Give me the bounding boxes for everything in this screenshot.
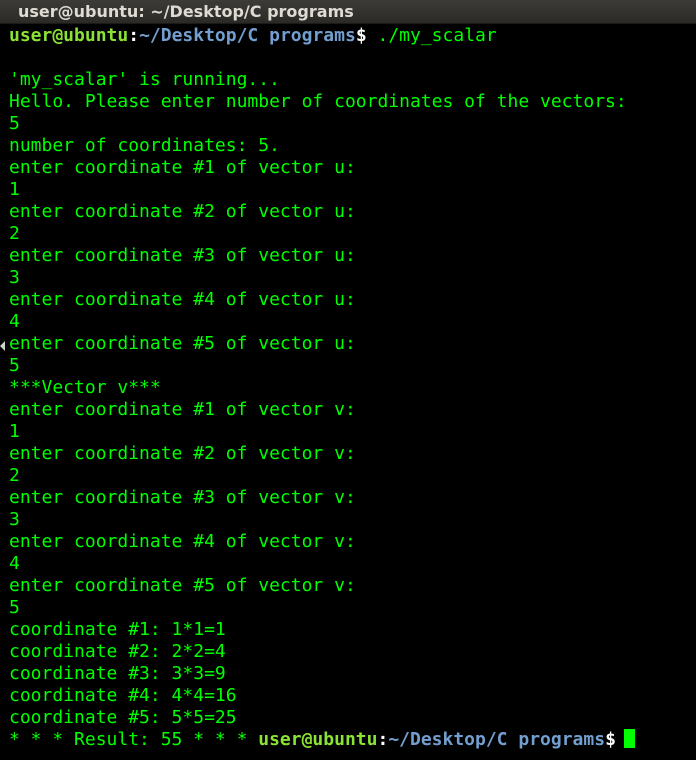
output-line: Hello. Please enter number of coordinate… (9, 91, 627, 112)
output-line: enter coordinate #1 of vector v: (9, 399, 356, 420)
window-titlebar[interactable]: user@ubuntu: ~/Desktop/C programs (0, 0, 696, 24)
output-line: number of coordinates: 5. (9, 135, 280, 156)
output-line: enter coordinate #4 of vector v: (9, 531, 356, 552)
output-line: enter coordinate #2 of vector u: (9, 201, 356, 222)
prompt-symbol: $ (355, 25, 367, 46)
output-line: 3 (9, 267, 20, 288)
output-line: 1 (9, 421, 20, 442)
terminal-output[interactable]: user@ubuntu:~/Desktop/C programs$ ./my_s… (0, 25, 696, 760)
output-line: 5 (9, 355, 20, 376)
output-line: coordinate #3: 3*3=9 (9, 663, 226, 684)
result-text: * * * Result: 55 * * * (9, 729, 259, 750)
output-line: coordinate #1: 1*1=1 (9, 619, 226, 640)
command-text: ./my_scalar (366, 25, 497, 46)
output-line: enter coordinate #4 of vector u: (9, 289, 356, 310)
terminal-window: user@ubuntu: ~/Desktop/C programs user@u… (0, 0, 696, 760)
final-line: * * * Result: 55 * * * user@ubuntu:~/Des… (9, 729, 696, 751)
program-output: 'my_scalar' is running... Hello. Please e… (9, 47, 696, 729)
prompt-symbol: $ (605, 729, 616, 750)
output-line: coordinate #4: 4*4=16 (9, 685, 237, 706)
prompt-path: ~/Desktop/C programs (139, 25, 356, 46)
output-line: 5 (9, 113, 20, 134)
output-line: enter coordinate #3 of vector u: (9, 245, 356, 266)
output-line: enter coordinate #5 of vector v: (9, 575, 356, 596)
output-line: coordinate #2: 2*2=4 (9, 641, 226, 662)
output-line: 'my_scalar' is running... (9, 69, 280, 90)
window-title: user@ubuntu: ~/Desktop/C programs (18, 2, 354, 21)
command-line: user@ubuntu:~/Desktop/C programs$ ./my_s… (9, 25, 696, 47)
output-line: 3 (9, 509, 20, 530)
prompt-separator: : (128, 25, 140, 46)
output-line: 4 (9, 553, 20, 574)
output-line: enter coordinate #2 of vector v: (9, 443, 356, 464)
text-cursor[interactable] (623, 729, 635, 748)
output-line: enter coordinate #1 of vector u: (9, 157, 356, 178)
output-line: 5 (9, 597, 20, 618)
output-line: 4 (9, 311, 20, 332)
scroll-marker-icon (0, 341, 5, 351)
output-line: ***Vector v*** (9, 377, 161, 398)
output-line: 2 (9, 465, 20, 486)
prompt-user-host: user@ubuntu (9, 25, 129, 46)
output-line: coordinate #5: 5*5=25 (9, 707, 237, 728)
output-line: enter coordinate #5 of vector u: (9, 333, 356, 354)
prompt-separator: : (377, 729, 389, 750)
output-line: enter coordinate #3 of vector v: (9, 487, 356, 508)
prompt-user-host: user@ubuntu (258, 729, 378, 750)
output-line: 1 (9, 179, 20, 200)
output-line: 2 (9, 223, 20, 244)
prompt-path: ~/Desktop/C programs (388, 729, 606, 750)
